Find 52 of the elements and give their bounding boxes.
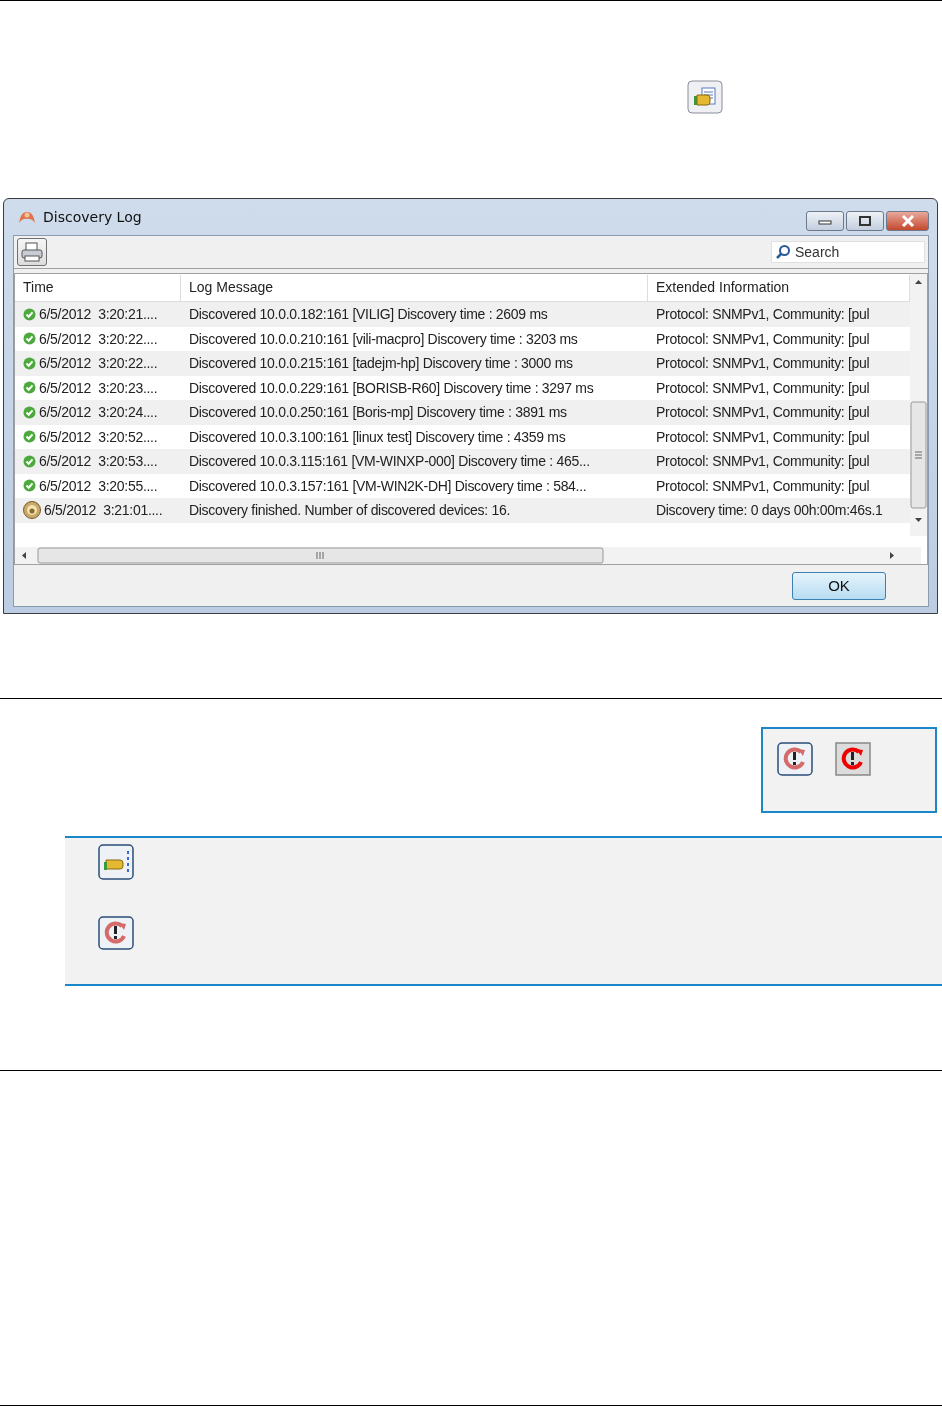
ok-button[interactable]: OK [792,571,886,600]
table-cell-text: Discovered 10.0.0.229:161 [BORISB-R60] Discovery time : 3297 ms [188,379,595,396]
alert-refresh-icon[interactable] [98,916,134,950]
minimize-button[interactable] [806,211,844,231]
table-cell-text: Protocol: SNMPv1, Community: [pul [655,428,871,445]
close-button[interactable] [886,211,929,231]
column-header[interactable]: Log Message [181,275,648,301]
table-cell-text: Protocol: SNMPv1, Community: [pul [655,355,871,372]
table-cell-text: Protocol: SNMPv1, Community: [pul [655,404,871,421]
check-icon [23,479,36,493]
table-cell: 6/5/2012 3:20:23.... [39,379,158,396]
check-icon [23,381,36,395]
check-icon [23,356,36,370]
table-cell-text: Discovered 10.0.3.115:161 [VM-WINXP-000] Discovery time : 465... [188,453,591,470]
minimize-icon [818,217,832,225]
table-cell-text: Discovery time: 0 days 00h:00m:46s.1 [655,502,884,519]
alert-refresh-icon[interactable] [777,742,813,776]
table-cell: 6/5/2012 3:20:22.... [39,330,158,347]
table-cell: 6/5/2012 3:20:55.... [39,477,158,494]
table-cell-text: Protocol: SNMPv1, Community: [pul [655,306,871,323]
app-icon [17,209,37,225]
check-icon [23,307,36,321]
table-cell-text: Protocol: SNMPv1, Community: [pul [655,330,871,347]
print-button[interactable] [17,238,47,266]
table-cell-text: Protocol: SNMPv1, Community: [pul [655,379,871,396]
table-cell-text: Discovered 10.0.0.182:161 [VILIG] Discovery time : 2609 ms [188,306,549,323]
table-cell-text: Discovered 10.0.3.100:161 [linux test] Discovery time : 4359 ms [188,428,567,445]
table-cell-text: Protocol: SNMPv1, Community: [pul [655,477,871,494]
column-header[interactable]: Time [15,275,181,301]
check-icon [23,332,36,346]
check-icon [23,430,36,444]
table-cell: 6/5/2012 3:20:24.... [39,404,158,421]
table-cell-text: Discovered 10.0.3.157:161 [VM-WIN2K-DH] Discovery time : 584... [188,477,588,494]
table-cell: 6/5/2012 3:20:22.... [39,355,158,372]
table-cell-text: Protocol: SNMPv1, Community: [pul [655,453,871,470]
close-icon [900,215,915,227]
table-cell: 6/5/2012 3:21:01.... [44,502,163,519]
table-cell-text: Discovery finished. Number of discovered devices: 16. [188,502,512,519]
table-cell-text: Discovered 10.0.0.210:161 [vili-macpro] Discovery time : 3203 ms [188,330,579,347]
alert-refresh-icon[interactable] [835,742,871,776]
check-icon [23,454,36,468]
table-cell-text: Discovered 10.0.0.250:161 [Boris-mp] Discovery time : 3891 ms [188,404,568,421]
search-field[interactable]: Search [771,241,925,263]
maximize-icon [858,215,872,227]
check-icon [23,405,36,419]
table-cell: 6/5/2012 3:20:53.... [39,453,158,470]
window-title: Discovery Log [43,209,143,225]
table-cell-text: Discovered 10.0.0.215:161 [tadejm-hp] Discovery time : 3000 ms [188,355,574,372]
table-cell: 6/5/2012 3:20:21.... [39,306,158,323]
table-cell: 6/5/2012 3:20:52.... [39,428,158,445]
maximize-button[interactable] [846,211,884,231]
search-icon [775,244,791,260]
